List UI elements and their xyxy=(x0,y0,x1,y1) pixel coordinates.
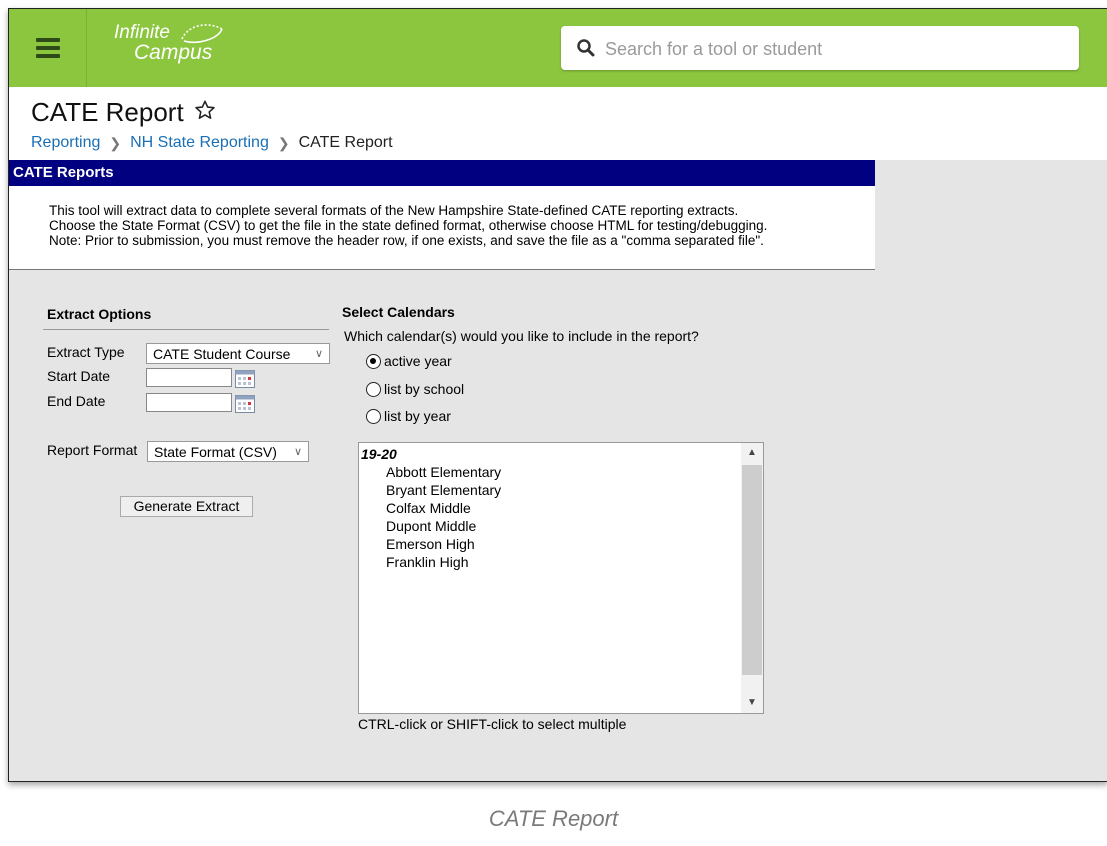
top-bar: Infinite Campus xyxy=(9,9,1107,87)
description-line: Choose the State Format (CSV) to get the… xyxy=(49,218,768,233)
section-header: CATE Reports xyxy=(9,160,875,186)
breadcrumb: Reporting ❯ NH State Reporting ❯ CATE Re… xyxy=(31,134,393,152)
start-date-input[interactable] xyxy=(146,368,232,387)
scroll-up-icon[interactable]: ▲ xyxy=(741,443,763,463)
extract-type-value: CATE Student Course xyxy=(153,346,291,362)
calendars-question: Which calendar(s) would you like to incl… xyxy=(344,328,699,344)
breadcrumb-nh-state-reporting[interactable]: NH State Reporting xyxy=(130,134,269,152)
multi-select-hint: CTRL-click or SHIFT-click to select mult… xyxy=(358,716,627,732)
page-header: CATE Report Reporting ❯ NH State Reporti… xyxy=(9,87,1107,160)
page-title-text: CATE Report xyxy=(31,97,184,127)
report-format-select[interactable]: State Format (CSV) ∨ xyxy=(147,441,309,462)
logo-line2: Campus xyxy=(134,41,213,64)
app-window: Infinite Campus CATE Report Reporting ❯ xyxy=(8,8,1107,782)
radio-label: list by year xyxy=(384,408,451,424)
description-line: This tool will extract data to complete … xyxy=(49,203,739,218)
divider xyxy=(43,329,329,330)
star-icon[interactable] xyxy=(194,97,216,128)
search-icon xyxy=(577,39,595,57)
list-item[interactable]: Dupont Middle xyxy=(386,518,476,534)
scrollbar-thumb[interactable] xyxy=(742,465,762,675)
image-caption: CATE Report xyxy=(488,806,619,831)
list-item[interactable]: Emerson High xyxy=(386,536,475,552)
extract-options-heading: Extract Options xyxy=(47,306,152,322)
chevron-down-icon: ∨ xyxy=(314,348,323,360)
logo-swoosh-icon xyxy=(181,24,223,44)
chevron-right-icon: ❯ xyxy=(277,134,290,151)
breadcrumb-current: CATE Report xyxy=(298,134,393,151)
generate-extract-button[interactable]: Generate Extract xyxy=(120,496,253,517)
radio-button-icon xyxy=(366,408,381,424)
list-item[interactable]: Franklin High xyxy=(386,554,468,570)
select-calendars-heading: Select Calendars xyxy=(342,304,455,320)
calendar-listbox[interactable]: 19-20 Abbott Elementary Bryant Elementar… xyxy=(358,442,764,714)
scrollbar[interactable]: ▲ ▼ xyxy=(741,443,763,713)
calendar-icon[interactable] xyxy=(235,370,255,388)
list-item[interactable]: Abbott Elementary xyxy=(386,464,501,480)
calendar-group-label: 19-20 xyxy=(361,446,397,462)
hamburger-icon xyxy=(35,34,60,62)
end-date-label: End Date xyxy=(47,393,106,409)
list-item[interactable]: Colfax Middle xyxy=(386,500,471,516)
description-line: Note: Prior to submission, you must remo… xyxy=(49,233,764,248)
list-item[interactable]: Bryant Elementary xyxy=(386,482,501,498)
page-title: CATE Report xyxy=(31,97,216,128)
chevron-right-icon: ❯ xyxy=(109,134,122,151)
scroll-down-icon[interactable]: ▼ xyxy=(741,693,763,713)
radio-button-icon xyxy=(366,353,381,369)
radio-list-by-school[interactable]: list by school xyxy=(366,381,464,397)
radio-button-icon xyxy=(366,381,381,397)
search-box xyxy=(561,26,1079,70)
calendar-icon[interactable] xyxy=(235,395,255,413)
extract-type-label: Extract Type xyxy=(47,344,125,360)
radio-list-by-year[interactable]: list by year xyxy=(366,408,451,424)
menu-button[interactable] xyxy=(9,9,87,87)
extract-type-select[interactable]: CATE Student Course ∨ xyxy=(146,343,330,364)
section-description: This tool will extract data to complete … xyxy=(9,186,875,270)
radio-active-year[interactable]: active year xyxy=(366,353,452,369)
radio-label: active year xyxy=(384,353,452,369)
chevron-down-icon: ∨ xyxy=(293,446,302,458)
report-format-value: State Format (CSV) xyxy=(154,444,277,460)
report-format-label: Report Format xyxy=(47,442,138,458)
logo[interactable]: Infinite Campus xyxy=(114,23,223,64)
start-date-label: Start Date xyxy=(47,368,111,384)
end-date-input[interactable] xyxy=(146,393,232,412)
radio-label: list by school xyxy=(384,381,465,397)
search-input[interactable] xyxy=(603,34,1067,64)
breadcrumb-reporting[interactable]: Reporting xyxy=(31,134,100,152)
